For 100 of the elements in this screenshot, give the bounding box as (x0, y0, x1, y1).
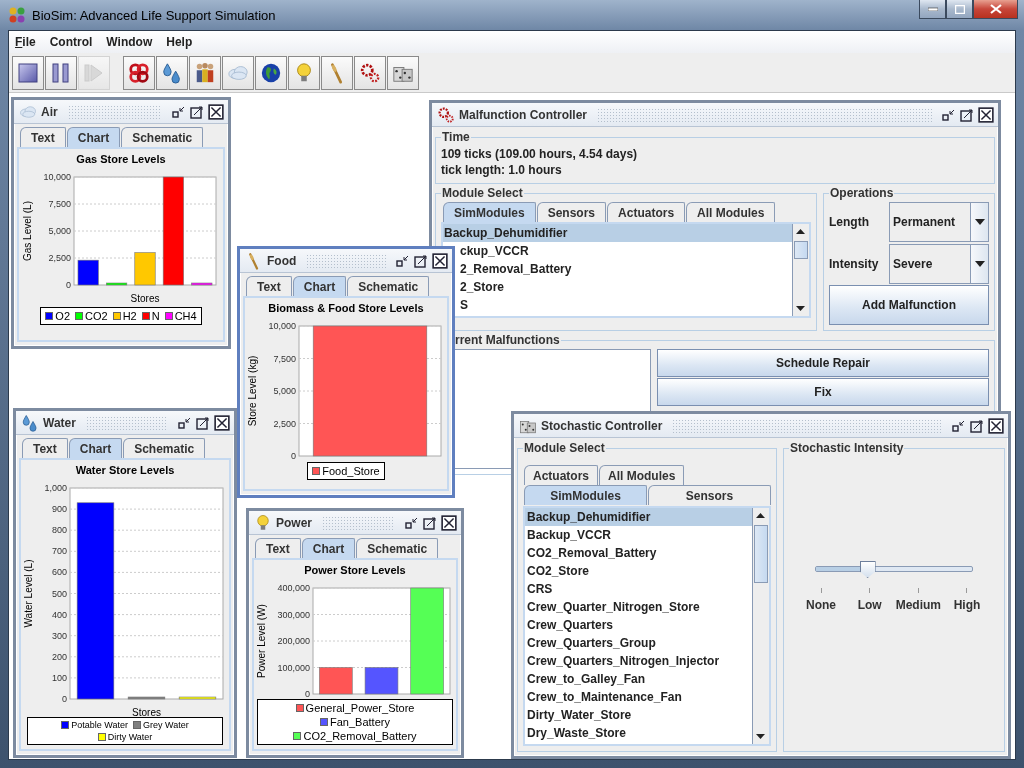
tab[interactable]: Schematic (356, 538, 439, 558)
close-icon[interactable] (441, 514, 457, 531)
close-button[interactable] (973, 0, 1018, 19)
tab[interactable]: Schematic (347, 276, 430, 296)
dropdown[interactable]: Permanent (889, 202, 989, 242)
list-item[interactable]: CRS (527, 580, 553, 598)
group-title: Time (441, 130, 471, 144)
legend-label: Food_Store (322, 465, 380, 477)
time-text: tick length: 1.0 hours (441, 162, 563, 178)
close-icon[interactable] (432, 252, 448, 269)
axis-tick-label: 1,000 (44, 483, 67, 493)
tab[interactable]: Chart (301, 538, 356, 558)
action-button[interactable]: Schedule Repair (657, 349, 989, 377)
tab[interactable]: SimModules (524, 485, 647, 505)
axis-tick-label: 800 (51, 525, 67, 536)
maximize-icon[interactable] (423, 515, 437, 530)
toolbar-button[interactable] (354, 55, 386, 90)
menu-item[interactable]: Control (45, 33, 101, 51)
tab[interactable]: SimModules (443, 202, 536, 222)
caret-icon (974, 261, 985, 267)
tab[interactable]: Actuators (524, 465, 598, 485)
close-icon[interactable] (978, 106, 994, 123)
iconify-icon[interactable] (942, 107, 956, 122)
menu-item[interactable]: Window (102, 33, 161, 51)
list-item[interactable]: ckup_VCCR (460, 242, 529, 260)
iconify-icon[interactable] (178, 415, 192, 430)
scrollbar-thumb[interactable] (754, 525, 768, 583)
list-item[interactable]: Crew_Quarters_Group (527, 634, 656, 652)
stop-button[interactable] (12, 55, 44, 90)
tab[interactable]: Chart (68, 438, 123, 458)
list-item[interactable]: S (460, 296, 468, 314)
maximize-icon[interactable] (960, 107, 974, 122)
tab[interactable]: Text (22, 438, 68, 458)
minimize-button[interactable] (919, 0, 946, 19)
list-item[interactable]: Crew_Quarters (527, 616, 614, 634)
tab[interactable]: Actuators (607, 202, 686, 222)
iconify-icon[interactable] (952, 418, 966, 433)
list-item[interactable]: Dry_Waste_Store (527, 724, 626, 742)
tab[interactable]: Text (246, 276, 292, 296)
toolbar-button[interactable] (255, 55, 287, 90)
tab[interactable]: Chart (292, 276, 347, 296)
dropdown[interactable]: Severe (889, 244, 989, 284)
menu-item[interactable]: Help (162, 33, 201, 51)
group-title: Stochastic Intensity (789, 441, 905, 455)
list-item[interactable]: CO2_Removal_Battery (527, 544, 657, 562)
close-icon[interactable] (208, 103, 224, 120)
frame-title: Stochastic Controller (541, 418, 663, 433)
tab[interactable]: All Modules (599, 465, 685, 485)
menu-item[interactable]: File (11, 33, 44, 51)
maximize-icon[interactable] (190, 104, 204, 119)
list-item[interactable]: Backup_Dehumidifier (525, 508, 752, 526)
list-item[interactable]: Crew_Quarter_Nitrogen_Store (527, 598, 700, 616)
list-item[interactable]: Crew_Quarters_Nitrogen_Injector (527, 652, 720, 670)
toolbar-button[interactable] (156, 55, 188, 90)
axis-tick-label: 0 (305, 689, 310, 699)
close-icon[interactable] (988, 417, 1004, 434)
axis-tick-label: 0 (62, 694, 67, 704)
axis-tick-label: 500 (51, 588, 67, 599)
gears-icon (359, 61, 381, 84)
tab[interactable]: All Modules (686, 202, 776, 222)
maximize-icon[interactable] (196, 415, 210, 430)
tab[interactable]: Text (255, 538, 301, 558)
list-item[interactable]: 2_Store (460, 278, 505, 296)
iconify-icon[interactable] (172, 104, 186, 119)
axis-tick-label: 5,000 (273, 386, 296, 396)
tab[interactable]: Schematic (123, 438, 206, 458)
water-drops-icon (21, 413, 39, 432)
close-icon[interactable] (214, 414, 230, 431)
scrollbar[interactable] (792, 224, 809, 316)
add-malfunction-button[interactable]: Add Malfunction (829, 285, 989, 325)
tab[interactable]: Chart (66, 127, 121, 147)
list-item[interactable]: Crew_to_Galley_Fan (527, 670, 646, 688)
scrollbar-thumb[interactable] (794, 241, 808, 259)
list-item[interactable]: Backup_Dehumidifier (443, 224, 792, 242)
maximize-icon[interactable] (414, 253, 428, 268)
pause-button[interactable] (45, 55, 77, 90)
list-item[interactable]: Crew_to_Maintenance_Fan (527, 688, 682, 706)
toolbar-button[interactable] (387, 55, 419, 90)
list-item[interactable]: Dirty_Water_Store (527, 706, 632, 724)
legend-label: CH4 (174, 310, 197, 322)
tab[interactable]: Text (20, 127, 66, 147)
group-title: Module Select (441, 186, 524, 200)
scrollbar[interactable] (752, 508, 769, 744)
maximize-icon[interactable] (970, 418, 984, 433)
slider-thumb[interactable] (859, 561, 876, 578)
tab[interactable]: Sensors (648, 485, 771, 505)
list-item[interactable]: Backup_VCCR (527, 526, 612, 544)
iconify-icon[interactable] (405, 515, 419, 530)
toolbar-button[interactable] (123, 55, 155, 90)
axis-tick-label: 900 (51, 504, 67, 515)
action-button[interactable]: Fix (657, 378, 989, 406)
toolbar-button[interactable] (189, 55, 221, 90)
axis-title: Store Level (kg) (247, 355, 258, 427)
tab[interactable]: Schematic (121, 127, 204, 147)
list-item[interactable]: CO2_Store (527, 562, 590, 580)
field-label: Length (829, 215, 870, 229)
tab[interactable]: Sensors (536, 202, 607, 222)
list-item[interactable]: 2_Removal_Battery (460, 260, 572, 278)
iconify-icon[interactable] (396, 253, 410, 268)
maximize-button[interactable] (946, 0, 973, 19)
